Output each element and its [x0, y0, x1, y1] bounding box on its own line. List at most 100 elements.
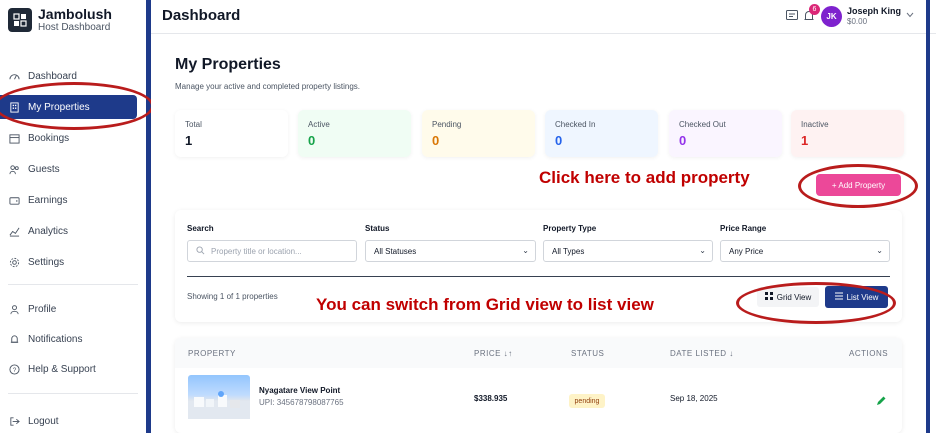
sidebar: Jambolush Host Dashboard Dashboard My Pr… [0, 0, 148, 433]
properties-table: PROPERTY PRICE ↓↑ STATUS DATE LISTED ↓ A… [175, 338, 902, 433]
sidebar-item-help-support[interactable]: ? Help & Support [0, 357, 148, 381]
search-icon [196, 245, 205, 257]
stat-value: 0 [679, 133, 687, 148]
property-name[interactable]: Nyagatare View Point [259, 386, 340, 395]
status-select[interactable]: All Statuses ⌄ [365, 240, 536, 262]
annotation-switch-view: You can switch from Grid view to list vi… [316, 295, 654, 314]
stat-label: Checked In [555, 120, 596, 129]
search-input[interactable]: Property title or location... [187, 240, 357, 262]
annotation-add-property: Click here to add property [539, 168, 750, 187]
column-header-price[interactable]: PRICE ↓↑ [474, 349, 513, 358]
stat-card-checked-out: Checked Out 0 [669, 110, 782, 157]
logout-icon [8, 415, 20, 427]
stat-value: 0 [555, 133, 563, 148]
gauge-icon [8, 70, 20, 82]
stat-card-checked-in: Checked In 0 [545, 110, 658, 157]
results-count: Showing 1 of 1 properties [187, 292, 278, 301]
sidebar-divider [8, 393, 138, 394]
user-icon [8, 303, 20, 315]
stat-label: Inactive [801, 120, 829, 129]
highlight-oval-view-toggle [736, 282, 896, 324]
price-range-value: Any Price [729, 246, 764, 256]
stat-card-total: Total 1 [175, 110, 288, 157]
price-range-label: Price Range [720, 224, 767, 233]
main-scrollbar[interactable] [926, 0, 930, 433]
search-placeholder: Property title or location... [211, 246, 302, 256]
property-type-label: Property Type [543, 224, 597, 233]
messages-icon[interactable] [784, 8, 800, 24]
stat-card-active: Active 0 [298, 110, 411, 157]
table-header-row: PROPERTY PRICE ↓↑ STATUS DATE LISTED ↓ A… [175, 338, 902, 368]
logout-button[interactable]: Logout [0, 409, 148, 433]
section-subtitle: Manage your active and completed propert… [175, 82, 360, 91]
chevron-down-icon[interactable] [905, 10, 915, 23]
svg-text:?: ? [12, 366, 16, 373]
date-listed: Sep 18, 2025 [670, 394, 718, 403]
top-header: Dashboard 6 JK Joseph King $0.00 [151, 0, 936, 34]
sidebar-item-settings[interactable]: Settings [0, 250, 148, 274]
brand-subtitle: Host Dashboard [38, 22, 111, 33]
sidebar-item-label: Bookings [28, 132, 70, 144]
status-label: Status [365, 224, 390, 233]
chevron-down-icon: ⌄ [876, 246, 883, 255]
status-badge: pending [569, 394, 605, 408]
column-header-property: PROPERTY [188, 349, 236, 358]
highlight-oval-my-properties [0, 82, 154, 130]
notifications-bell-icon[interactable]: 6 [801, 4, 820, 24]
status-value: All Statuses [374, 246, 417, 256]
stat-value: 1 [185, 133, 193, 148]
stat-label: Active [308, 120, 330, 129]
stat-card-pending: Pending 0 [422, 110, 535, 157]
section-title: My Properties [175, 56, 281, 73]
stat-value: 0 [308, 133, 316, 148]
property-thumbnail[interactable] [188, 375, 250, 419]
sidebar-item-label: Guests [28, 163, 60, 175]
property-type-select[interactable]: All Types ⌄ [543, 240, 713, 262]
filter-divider [187, 276, 890, 277]
app-root: Jambolush Host Dashboard Dashboard My Pr… [0, 0, 936, 433]
edit-icon[interactable] [875, 394, 887, 406]
sidebar-item-label: Settings [28, 256, 65, 268]
sidebar-divider [8, 284, 138, 285]
price-range-select[interactable]: Any Price ⌄ [720, 240, 890, 262]
property-price: $338.935 [474, 394, 508, 403]
stat-value: 0 [432, 133, 440, 148]
column-header-date[interactable]: DATE LISTED ↓ [670, 349, 734, 358]
stat-label: Checked Out [679, 120, 726, 129]
bell-icon [8, 333, 20, 345]
user-balance: $0.00 [847, 17, 868, 26]
sidebar-item-profile[interactable]: Profile [0, 297, 148, 321]
wallet-icon [8, 194, 20, 206]
sidebar-item-notifications[interactable]: Notifications [0, 327, 148, 351]
brand[interactable]: Jambolush Host Dashboard [8, 6, 112, 34]
notification-badge: 6 [809, 4, 820, 15]
sidebar-item-analytics[interactable]: Analytics [0, 219, 148, 243]
main-content: My Properties Manage your active and com… [151, 34, 936, 433]
logout-label: Logout [28, 415, 59, 427]
column-header-status: STATUS [571, 349, 605, 358]
property-type-value: All Types [552, 246, 585, 256]
sidebar-item-label: Help & Support [28, 363, 96, 375]
avatar[interactable]: JK [821, 6, 842, 27]
sidebar-item-label: Notifications [28, 333, 83, 345]
highlight-oval-add-property [798, 164, 918, 208]
chart-line-icon [8, 225, 20, 237]
calendar-icon [8, 132, 20, 144]
sidebar-item-label: Earnings [28, 194, 68, 206]
help-icon: ? [8, 363, 20, 375]
stat-value: 1 [801, 133, 809, 148]
sidebar-item-earnings[interactable]: Earnings [0, 188, 148, 212]
search-label: Search [187, 224, 214, 233]
users-icon [8, 163, 20, 175]
sidebar-item-guests[interactable]: Guests [0, 157, 148, 181]
sidebar-item-label: Analytics [28, 225, 69, 237]
column-header-actions: ACTIONS [849, 349, 889, 358]
chevron-down-icon: ⌄ [699, 246, 706, 255]
user-name[interactable]: Joseph King [847, 6, 901, 16]
gear-icon [8, 256, 20, 268]
property-upi: UPI: 345678798087765 [259, 398, 344, 407]
brand-name: Jambolush [38, 6, 112, 22]
stat-label: Pending [432, 120, 462, 129]
stat-card-inactive: Inactive 1 [791, 110, 904, 157]
brand-logo [8, 8, 32, 32]
